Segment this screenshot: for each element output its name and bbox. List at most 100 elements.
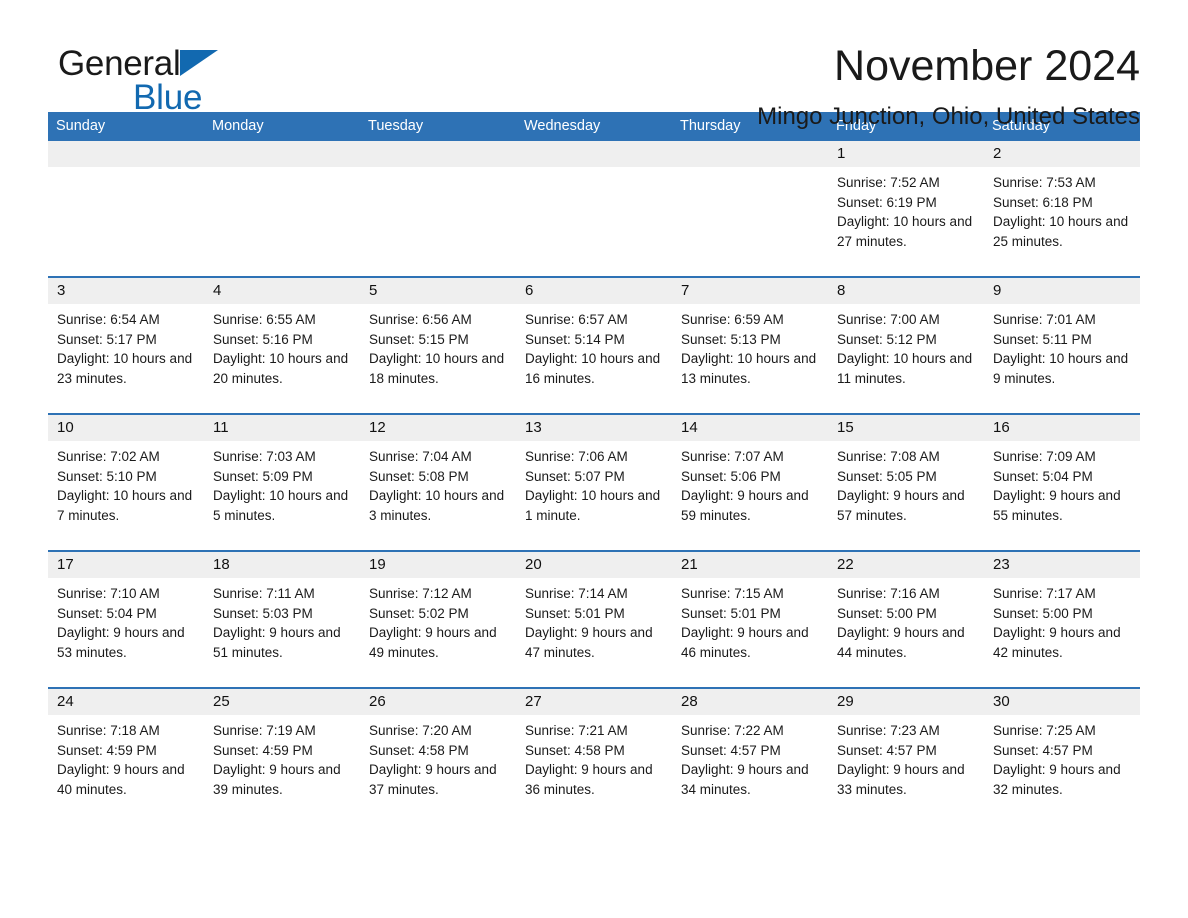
day-number[interactable]: 13 [516,414,672,441]
day-number[interactable]: 14 [672,414,828,441]
day-cell[interactable]: Sunrise: 7:06 AM Sunset: 5:07 PM Daylight:… [516,441,672,551]
day-number[interactable]: 27 [516,688,672,715]
daylight-text: Daylight: 9 hours and 49 minutes. [369,625,497,660]
generalblue-logo[interactable]: General Blue [58,44,358,124]
day-cell[interactable]: Sunrise: 7:03 AM Sunset: 5:09 PM Daylight:… [204,441,360,551]
title-block: November 2024 Mingo Junction, Ohio, Unit… [757,40,1140,132]
day-number-empty [360,141,516,167]
sunset-text: Sunset: 5:16 PM [213,331,313,347]
daylight-text: Daylight: 10 hours and 16 minutes. [525,351,661,386]
day-cell[interactable]: Sunrise: 7:01 AM Sunset: 5:11 PM Daylight:… [984,304,1140,414]
logo-top-row: General [58,44,358,84]
day-cell[interactable]: Sunrise: 7:53 AM Sunset: 6:18 PM Daylight:… [984,167,1140,277]
day-number[interactable]: 19 [360,551,516,578]
sunrise-text: Sunrise: 7:20 AM [369,723,472,738]
sunset-text: Sunset: 4:57 PM [837,742,937,758]
day-number[interactable]: 6 [516,277,672,304]
daylight-text: Daylight: 10 hours and 20 minutes. [213,351,349,386]
day-number[interactable]: 21 [672,551,828,578]
day-number[interactable]: 10 [48,414,204,441]
day-number[interactable]: 30 [984,688,1140,715]
day-cell[interactable]: Sunrise: 6:55 AM Sunset: 5:16 PM Daylight:… [204,304,360,414]
day-cell[interactable]: Sunrise: 7:16 AM Sunset: 5:00 PM Daylight:… [828,578,984,688]
masthead: General Blue November 2024 Mingo Junctio… [48,0,1140,130]
sunset-text: Sunset: 5:00 PM [993,605,1093,621]
day-cell[interactable]: Sunrise: 7:18 AM Sunset: 4:59 PM Daylight:… [48,715,204,825]
day-number[interactable]: 26 [360,688,516,715]
daylight-text: Daylight: 9 hours and 55 minutes. [993,488,1121,523]
day-number[interactable]: 2 [984,141,1140,167]
daylight-text: Daylight: 9 hours and 37 minutes. [369,762,497,797]
day-cell[interactable]: Sunrise: 7:04 AM Sunset: 5:08 PM Daylight:… [360,441,516,551]
day-number[interactable]: 23 [984,551,1140,578]
day-number[interactable]: 12 [360,414,516,441]
sunset-text: Sunset: 5:01 PM [681,605,781,621]
day-number[interactable]: 3 [48,277,204,304]
day-cell[interactable]: Sunrise: 7:20 AM Sunset: 4:58 PM Daylight:… [360,715,516,825]
sunrise-text: Sunrise: 7:03 AM [213,449,316,464]
sunset-text: Sunset: 5:03 PM [213,605,313,621]
sunrise-text: Sunrise: 7:53 AM [993,175,1096,190]
day-number[interactable]: 28 [672,688,828,715]
daylight-text: Daylight: 9 hours and 44 minutes. [837,625,965,660]
day-number[interactable]: 18 [204,551,360,578]
day-number[interactable]: 24 [48,688,204,715]
day-number[interactable]: 1 [828,141,984,167]
day-number[interactable]: 29 [828,688,984,715]
day-number[interactable]: 11 [204,414,360,441]
day-number[interactable]: 8 [828,277,984,304]
day-cell[interactable]: Sunrise: 6:54 AM Sunset: 5:17 PM Daylight:… [48,304,204,414]
daylight-text: Daylight: 9 hours and 46 minutes. [681,625,809,660]
day-cell[interactable]: Sunrise: 7:21 AM Sunset: 4:58 PM Daylight:… [516,715,672,825]
day-number[interactable]: 22 [828,551,984,578]
sunset-text: Sunset: 5:10 PM [57,468,157,484]
day-cell[interactable]: Sunrise: 6:56 AM Sunset: 5:15 PM Daylight:… [360,304,516,414]
sunrise-text: Sunrise: 7:09 AM [993,449,1096,464]
day-cell[interactable]: Sunrise: 7:22 AM Sunset: 4:57 PM Daylight:… [672,715,828,825]
day-number[interactable]: 5 [360,277,516,304]
day-cell[interactable]: Sunrise: 7:09 AM Sunset: 5:04 PM Daylight:… [984,441,1140,551]
week-daynumber-row: 3456789 [48,277,1140,304]
day-cell[interactable]: Sunrise: 7:14 AM Sunset: 5:01 PM Daylight:… [516,578,672,688]
day-cell[interactable]: Sunrise: 7:15 AM Sunset: 5:01 PM Daylight:… [672,578,828,688]
day-cell[interactable]: Sunrise: 7:12 AM Sunset: 5:02 PM Daylight:… [360,578,516,688]
day-cell[interactable]: Sunrise: 7:08 AM Sunset: 5:05 PM Daylight:… [828,441,984,551]
day-cell[interactable]: Sunrise: 6:57 AM Sunset: 5:14 PM Daylight:… [516,304,672,414]
day-cell[interactable]: Sunrise: 7:19 AM Sunset: 4:59 PM Daylight:… [204,715,360,825]
sunrise-text: Sunrise: 7:17 AM [993,586,1096,601]
day-cell[interactable]: Sunrise: 7:23 AM Sunset: 4:57 PM Daylight:… [828,715,984,825]
day-number[interactable]: 7 [672,277,828,304]
day-cell-empty [672,167,828,277]
day-number[interactable]: 25 [204,688,360,715]
week-detail-row: Sunrise: 6:54 AM Sunset: 5:17 PM Daylight:… [48,304,1140,414]
day-number[interactable]: 16 [984,414,1140,441]
day-number[interactable]: 9 [984,277,1140,304]
day-cell[interactable]: Sunrise: 6:59 AM Sunset: 5:13 PM Daylight:… [672,304,828,414]
sunrise-text: Sunrise: 7:02 AM [57,449,160,464]
sunset-text: Sunset: 5:05 PM [837,468,937,484]
logo-word-general: General [58,44,181,83]
sunset-text: Sunset: 5:04 PM [993,468,1093,484]
day-cell[interactable]: Sunrise: 7:02 AM Sunset: 5:10 PM Daylight:… [48,441,204,551]
day-cell[interactable]: Sunrise: 7:10 AM Sunset: 5:04 PM Daylight:… [48,578,204,688]
calendar-body: 1 2 Sunrise: 7:52 AM Sunset: 6:19 PM Dayligh… [48,141,1140,825]
day-cell[interactable]: Sunrise: 7:52 AM Sunset: 6:19 PM Daylight:… [828,167,984,277]
sunrise-text: Sunrise: 7:52 AM [837,175,940,190]
day-number[interactable]: 20 [516,551,672,578]
sunset-text: Sunset: 5:11 PM [993,331,1092,347]
sunrise-text: Sunrise: 7:23 AM [837,723,940,738]
daylight-text: Daylight: 10 hours and 7 minutes. [57,488,193,523]
day-cell[interactable]: Sunrise: 7:11 AM Sunset: 5:03 PM Daylight:… [204,578,360,688]
sunrise-text: Sunrise: 7:12 AM [369,586,472,601]
day-number[interactable]: 4 [204,277,360,304]
day-cell[interactable]: Sunrise: 7:25 AM Sunset: 4:57 PM Daylight:… [984,715,1140,825]
daylight-text: Daylight: 9 hours and 59 minutes. [681,488,809,523]
day-cell[interactable]: Sunrise: 7:17 AM Sunset: 5:00 PM Daylight:… [984,578,1140,688]
sunrise-text: Sunrise: 6:54 AM [57,312,160,327]
day-number[interactable]: 15 [828,414,984,441]
day-number-empty [48,141,204,167]
day-cell[interactable]: Sunrise: 7:00 AM Sunset: 5:12 PM Daylight:… [828,304,984,414]
day-number[interactable]: 17 [48,551,204,578]
day-cell[interactable]: Sunrise: 7:07 AM Sunset: 5:06 PM Daylight:… [672,441,828,551]
week-daynumber-row: 12 [48,141,1140,167]
